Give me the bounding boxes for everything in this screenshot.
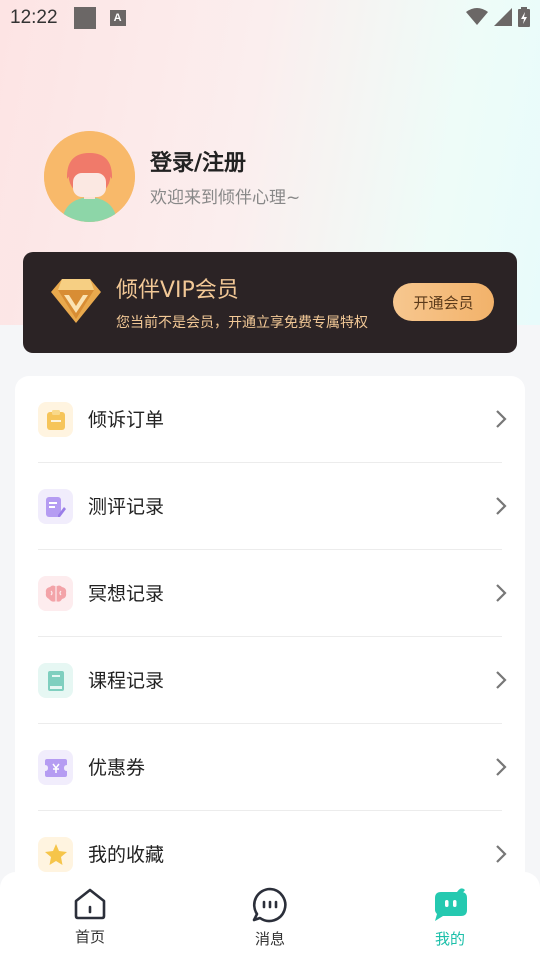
book-icon bbox=[38, 663, 73, 698]
avatar[interactable] bbox=[44, 131, 135, 222]
brain-icon bbox=[38, 576, 73, 611]
menu-item-courses[interactable]: 课程记录 bbox=[15, 637, 525, 724]
status-bar: 12:22 A bbox=[0, 0, 540, 36]
open-membership-button[interactable]: 开通会员 bbox=[393, 283, 494, 321]
chat-icon bbox=[252, 887, 287, 923]
star-icon bbox=[38, 837, 73, 872]
ticket-icon bbox=[38, 750, 73, 785]
chevron-right-icon bbox=[496, 584, 507, 602]
menu-label: 我的收藏 bbox=[88, 844, 165, 866]
vip-banner[interactable]: 倾伴VIP会员 您当前不是会员，开通立享免费专属特权 开通会员 bbox=[23, 252, 517, 353]
menu-label: 倾诉订单 bbox=[88, 409, 165, 431]
menu-item-assessments[interactable]: 测评记录 bbox=[15, 463, 525, 550]
tab-label: 我的 bbox=[434, 930, 465, 948]
chevron-right-icon bbox=[496, 845, 507, 863]
menu-label: 测评记录 bbox=[88, 496, 165, 518]
default-avatar-icon bbox=[44, 131, 135, 222]
keyboard-a-icon: A bbox=[109, 10, 126, 26]
cell-signal-icon bbox=[494, 8, 512, 26]
menu-item-meditation[interactable]: 冥想记录 bbox=[15, 550, 525, 637]
chevron-right-icon bbox=[496, 410, 507, 428]
menu-label: 优惠券 bbox=[88, 757, 146, 779]
vip-diamond-icon bbox=[51, 279, 101, 323]
profile-chat-icon bbox=[435, 888, 467, 921]
menu-label: 冥想记录 bbox=[88, 583, 165, 605]
tab-messages[interactable]: 消息 bbox=[230, 872, 310, 960]
welcome-text: 欢迎来到倾伴心理~ bbox=[150, 188, 301, 208]
login-register-link[interactable]: 登录/注册 bbox=[150, 145, 300, 177]
status-time: 12:22 bbox=[10, 7, 58, 28]
vip-title: 倾伴VIP会员 bbox=[116, 278, 239, 303]
menu-item-orders[interactable]: 倾诉订单 bbox=[15, 376, 525, 463]
menu-label: 课程记录 bbox=[88, 670, 165, 692]
notification-icon bbox=[73, 7, 96, 29]
chevron-right-icon bbox=[496, 671, 507, 689]
profile-header[interactable]: 登录/注册 欢迎来到倾伴心理~ bbox=[44, 131, 300, 222]
chevron-right-icon bbox=[496, 497, 507, 515]
home-icon bbox=[74, 888, 106, 920]
status-indicators bbox=[466, 7, 530, 27]
edit-document-icon bbox=[38, 489, 73, 524]
tab-label: 首页 bbox=[74, 928, 105, 946]
vip-description: 您当前不是会员，开通立享免费专属特权 bbox=[116, 315, 368, 331]
tab-mine[interactable]: 我的 bbox=[410, 872, 490, 960]
tab-label: 消息 bbox=[254, 930, 285, 948]
tab-home[interactable]: 首页 bbox=[50, 872, 130, 960]
wifi-icon bbox=[466, 8, 488, 25]
menu-item-coupons[interactable]: 优惠券 bbox=[15, 724, 525, 811]
document-icon bbox=[38, 402, 73, 437]
bottom-tab-bar: 首页 消息 我的 bbox=[0, 872, 540, 960]
battery-icon bbox=[518, 7, 530, 27]
chevron-right-icon bbox=[496, 758, 507, 776]
